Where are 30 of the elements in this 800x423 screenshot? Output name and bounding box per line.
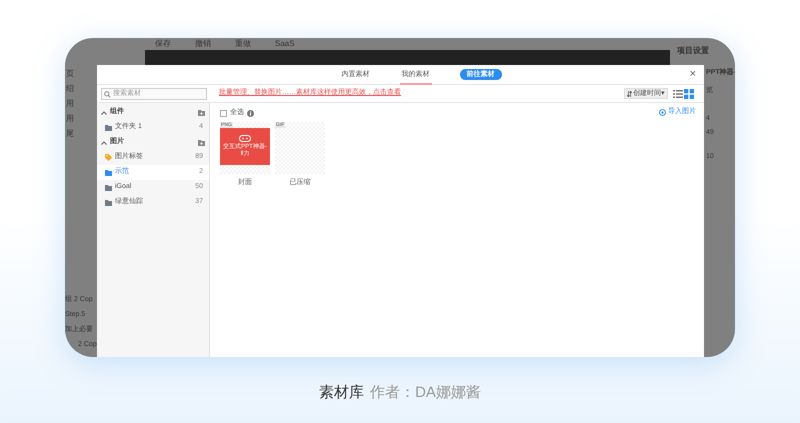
toolbar-label: 保存 [155,38,171,50]
page-label: 绍 [65,83,74,95]
sort-icon [627,90,632,96]
folder-icon [105,170,112,176]
caption-author: 作者：DA娜娜酱 [370,383,481,403]
new-folder-icon[interactable] [198,110,205,116]
folder-icon [105,124,112,130]
page-label: 用 [65,113,74,125]
toolbar-label: 重做 [235,38,251,50]
info-icon [247,110,254,116]
toolbar-label: 撤销 [195,38,211,50]
page-label: 尾 [65,128,74,140]
chevron-icon [101,140,107,144]
tag-icon [105,154,112,161]
page-label: 页 [65,68,74,80]
select-all-checkbox[interactable] [220,110,227,116]
grid-view-icon[interactable] [684,88,694,98]
caption-title: 素材库 [319,383,364,403]
chat-face-icon [239,135,251,142]
chevron-icon [101,110,107,114]
plus-circle-icon [659,108,666,116]
toolbar-label: SaaS [275,38,295,50]
panel-tab-label: 项目设置 [677,45,709,57]
close-button[interactable]: × [690,68,696,80]
list-view-icon[interactable] [673,88,683,98]
page-label: 用 [65,98,74,110]
new-folder-icon[interactable] [198,140,205,146]
search-icon [104,90,111,98]
folder-icon [105,200,112,206]
folder-icon [105,184,112,190]
